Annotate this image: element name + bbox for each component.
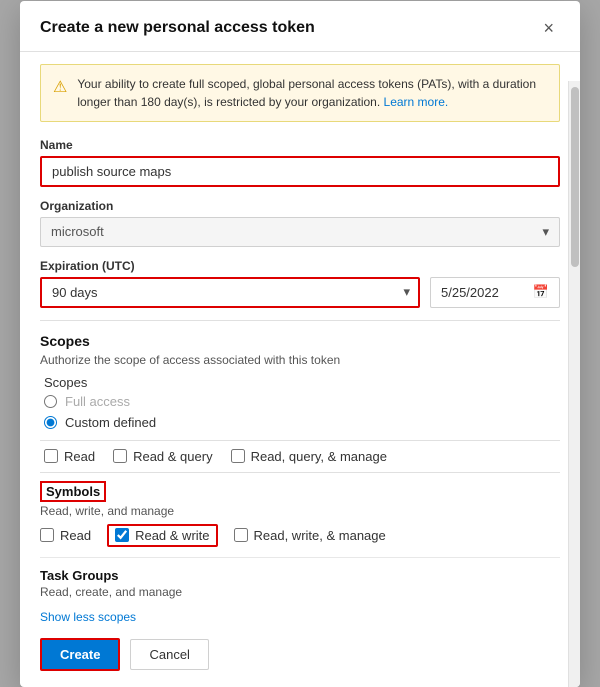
scope-checkboxes-row: Read Read & query Read, query, & manage <box>44 449 560 464</box>
full-access-radio-row[interactable]: Full access <box>44 394 560 409</box>
name-input[interactable] <box>40 156 560 187</box>
org-group: Organization microsoft ▾ <box>40 199 560 247</box>
custom-defined-radio-row[interactable]: Custom defined <box>44 415 560 430</box>
symbols-checkboxes: Read Read & write Read, write, & manage <box>40 524 560 547</box>
expiry-date-input[interactable]: 5/25/2022 📅 <box>430 277 560 308</box>
symbols-read-write-manage-label: Read, write, & manage <box>254 528 386 543</box>
scrollbar[interactable] <box>568 81 580 687</box>
scope-radio-group: Full access Custom defined <box>44 394 560 430</box>
scrollbar-thumb <box>571 87 579 267</box>
warning-text: Your ability to create full scoped, glob… <box>77 75 547 111</box>
chevron-down-icon: ▾ <box>542 224 549 240</box>
separator <box>40 440 560 441</box>
expiry-row: 90 days 30 days 60 days Custom ▾ 5/25/20… <box>40 277 560 308</box>
symbols-read-write-manage-checkbox[interactable] <box>234 528 248 542</box>
name-group: Name <box>40 138 560 187</box>
task-groups-block: Task Groups Read, create, and manage <box>40 568 560 599</box>
symbols-title: Symbols <box>40 481 106 502</box>
symbols-desc: Read, write, and manage <box>40 504 560 518</box>
org-label: Organization <box>40 199 560 213</box>
modal-title: Create a new personal access token <box>40 19 315 37</box>
show-less-scopes-link[interactable]: Show less scopes <box>40 610 136 624</box>
expiry-select[interactable]: 90 days 30 days 60 days Custom <box>40 277 420 308</box>
scopes-title: Scopes <box>40 333 560 349</box>
symbols-read-checkbox-item[interactable]: Read <box>40 528 91 543</box>
create-button[interactable]: Create <box>40 638 120 671</box>
org-select[interactable]: microsoft ▾ <box>40 217 560 247</box>
actions-row: Create Cancel <box>40 638 560 671</box>
symbols-block: Symbols Read, write, and manage Read Rea… <box>40 481 560 558</box>
full-access-label: Full access <box>65 394 130 409</box>
warning-icon: ⚠ <box>53 76 67 111</box>
scopes-section: Scopes Authorize the scope of access ass… <box>40 320 560 671</box>
expiry-label: Expiration (UTC) <box>40 259 560 273</box>
read-query-manage-checkbox[interactable] <box>231 449 245 463</box>
symbols-read-write-checkbox[interactable] <box>115 528 129 542</box>
close-button[interactable]: × <box>537 17 560 39</box>
org-value: microsoft <box>51 224 104 239</box>
expiry-date-value: 5/25/2022 <box>441 285 499 300</box>
scopes-label-row: Scopes <box>44 375 560 390</box>
read-query-checkbox-item[interactable]: Read & query <box>113 449 213 464</box>
cancel-button[interactable]: Cancel <box>130 639 208 670</box>
name-label: Name <box>40 138 560 152</box>
form-body: Name Organization microsoft ▾ Expiration… <box>20 134 580 687</box>
read-checkbox[interactable] <box>44 449 58 463</box>
custom-defined-label: Custom defined <box>65 415 156 430</box>
expiry-select-wrap: 90 days 30 days 60 days Custom ▾ <box>40 277 420 308</box>
calendar-icon: 📅 <box>533 284 549 300</box>
separator-2 <box>40 472 560 473</box>
read-query-label: Read & query <box>133 449 213 464</box>
full-access-radio[interactable] <box>44 395 57 408</box>
task-groups-title: Task Groups <box>40 568 560 583</box>
symbols-read-checkbox[interactable] <box>40 528 54 542</box>
read-checkbox-item[interactable]: Read <box>44 449 95 464</box>
modal-dialog: Create a new personal access token × ⚠ Y… <box>20 1 580 687</box>
warning-banner: ⚠ Your ability to create full scoped, gl… <box>40 64 560 122</box>
custom-defined-radio[interactable] <box>44 416 57 429</box>
scopes-subtitle: Authorize the scope of access associated… <box>40 353 560 367</box>
symbols-read-label: Read <box>60 528 91 543</box>
modal-overlay: Create a new personal access token × ⚠ Y… <box>0 0 600 687</box>
learn-more-link[interactable]: Learn more. <box>384 95 449 109</box>
modal-header: Create a new personal access token × <box>20 1 580 52</box>
read-label: Read <box>64 449 95 464</box>
read-query-manage-label: Read, query, & manage <box>251 449 387 464</box>
symbols-read-write-label: Read & write <box>135 528 209 543</box>
scopes-field-label: Scopes <box>44 375 87 390</box>
task-groups-desc: Read, create, and manage <box>40 585 560 599</box>
symbols-read-write-manage-checkbox-item[interactable]: Read, write, & manage <box>234 528 386 543</box>
symbols-read-write-checkbox-item[interactable]: Read & write <box>107 524 217 547</box>
read-query-manage-checkbox-item[interactable]: Read, query, & manage <box>231 449 387 464</box>
read-query-checkbox[interactable] <box>113 449 127 463</box>
expiry-group: Expiration (UTC) 90 days 30 days 60 days… <box>40 259 560 308</box>
